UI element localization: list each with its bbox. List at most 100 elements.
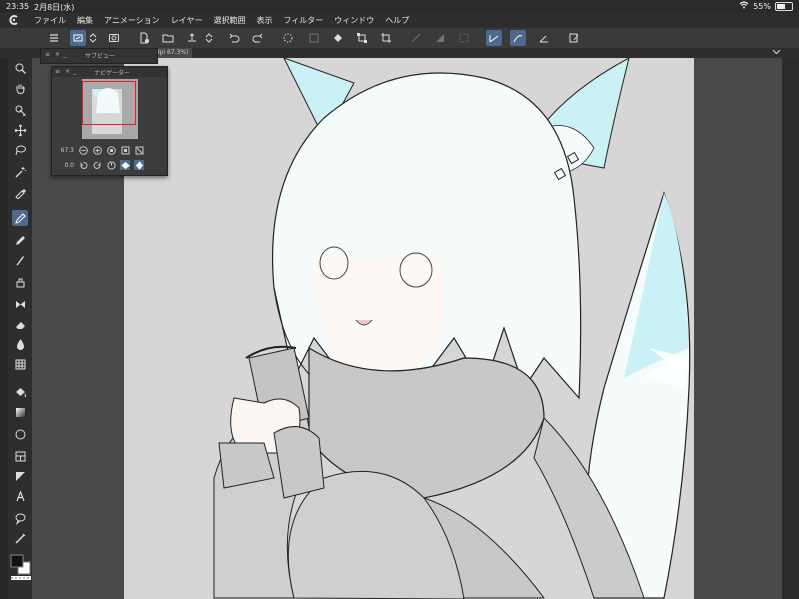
close-icon[interactable]: × — [65, 68, 70, 75]
menu-help[interactable]: ヘルプ — [385, 15, 409, 26]
lasso-icon[interactable] — [12, 142, 28, 158]
status-right: 55% — [739, 1, 793, 11]
correct-line-icon[interactable] — [12, 530, 28, 546]
fill-icon[interactable] — [330, 30, 346, 46]
figure-grid-icon[interactable] — [12, 356, 28, 372]
undo-icon[interactable] — [226, 30, 242, 46]
gradient-icon[interactable] — [12, 404, 28, 420]
chevron-updown-icon[interactable] — [88, 30, 98, 46]
ellipse-figure-icon[interactable] — [12, 426, 28, 442]
transform-icon[interactable] — [354, 30, 370, 46]
fit-window-icon[interactable] — [120, 145, 130, 155]
main-sub-color-icon[interactable] — [9, 553, 33, 583]
rotate-left-icon[interactable] — [78, 160, 88, 170]
panel-grip-icon[interactable]: ≡ — [45, 51, 50, 58]
battery-percent: 55% — [753, 1, 771, 11]
zoom-row: 67.3 — [58, 145, 144, 155]
snap-special-ruler-icon[interactable] — [510, 30, 526, 46]
display-layer-icon[interactable] — [106, 30, 122, 46]
zoom-value: 67.3 — [60, 146, 74, 154]
fill-bucket-icon[interactable] — [12, 384, 28, 400]
close-icon[interactable]: × — [55, 51, 60, 58]
fit-navigator-icon[interactable] — [134, 145, 144, 155]
hand-icon[interactable] — [12, 80, 28, 96]
zoom-icon[interactable] — [12, 60, 28, 76]
rotation-row: 0.0 — [58, 160, 144, 170]
hamburger-menu-icon[interactable] — [46, 30, 62, 46]
minimize-icon[interactable]: _ — [63, 51, 66, 58]
crop-icon[interactable] — [378, 30, 394, 46]
flip-horizontal-icon[interactable] — [120, 160, 130, 170]
rotate-right-icon[interactable] — [92, 160, 102, 170]
main-menu: ファイル 編集 アニメーション レイヤー 選択範囲 表示 フィルター ウィンドウ… — [34, 15, 409, 26]
operation-icon[interactable] — [12, 102, 28, 118]
clear-icon[interactable] — [306, 30, 322, 46]
fox-girl-illustration — [213, 58, 691, 599]
snap-ruler-icon[interactable] — [486, 30, 502, 46]
menu-file[interactable]: ファイル — [34, 15, 66, 26]
ios-status-bar: 23:35 2月8日(水) 55% — [0, 0, 799, 13]
color-swatches — [9, 553, 33, 583]
rotation-value: 0.0 — [64, 161, 74, 169]
panel-grip-icon[interactable]: ≡ — [55, 68, 60, 75]
decoration-icon[interactable] — [12, 296, 28, 312]
reset-rotation-icon[interactable] — [106, 160, 116, 170]
ruler-icon[interactable] — [12, 468, 28, 484]
flip-vertical-icon[interactable] — [134, 160, 144, 170]
menu-animation[interactable]: アニメーション — [104, 15, 160, 26]
text-icon[interactable] — [12, 488, 28, 504]
magic-wand-icon[interactable] — [12, 164, 28, 180]
single-layer-icon[interactable] — [70, 30, 86, 46]
brush-icon[interactable] — [12, 252, 28, 268]
battery-icon — [775, 1, 793, 11]
pencil-icon[interactable] — [12, 232, 28, 248]
chevron-updown-icon-2[interactable] — [204, 30, 214, 46]
menu-window[interactable]: ウィンドウ — [334, 15, 374, 26]
zoom-out-icon[interactable] — [78, 145, 88, 155]
redo-icon[interactable] — [250, 30, 266, 46]
blend-icon[interactable] — [12, 336, 28, 352]
menu-selection[interactable]: 選択範囲 — [213, 15, 245, 26]
tool-palette — [8, 58, 32, 599]
menu-edit[interactable]: 編集 — [77, 15, 93, 26]
navigator-title: ナビゲーター — [94, 70, 131, 77]
menu-view[interactable]: 表示 — [256, 15, 272, 26]
airbrush-icon[interactable] — [12, 274, 28, 290]
deselect-icon[interactable] — [408, 30, 424, 46]
menu-bar: ファイル 編集 アニメーション レイヤー 選択範囲 表示 フィルター ウィンドウ… — [0, 13, 799, 28]
navigator-preview[interactable] — [82, 79, 138, 139]
subview-title: サブビュー — [85, 53, 116, 60]
zoom-in-icon[interactable] — [92, 145, 102, 155]
eyedropper-icon[interactable] — [12, 184, 28, 200]
date: 2月8日(水) — [34, 3, 75, 12]
move-layer-icon[interactable] — [12, 122, 28, 138]
frame-border-icon[interactable] — [12, 448, 28, 464]
left-edge-panel — [0, 58, 8, 599]
balloon-icon[interactable] — [12, 510, 28, 526]
right-edge-panel — [782, 58, 799, 599]
minimize-icon[interactable]: _ — [73, 68, 76, 75]
command-bar — [0, 28, 799, 49]
invert-selection-icon[interactable] — [432, 30, 448, 46]
new-file-icon[interactable] — [136, 30, 152, 46]
selection-border-icon[interactable] — [456, 30, 472, 46]
drawing-canvas[interactable] — [124, 58, 694, 599]
snap-grid-icon[interactable] — [536, 30, 552, 46]
navigator-header: ≡ × _ ナビゲーター — [52, 67, 167, 77]
edit-note-icon[interactable] — [566, 30, 582, 46]
app-logo-icon[interactable] — [8, 14, 20, 26]
loading-icon[interactable] — [280, 30, 296, 46]
eraser-icon[interactable] — [12, 316, 28, 332]
open-folder-icon[interactable] — [160, 30, 176, 46]
actual-size-icon[interactable] — [106, 145, 116, 155]
navigator-panel: ≡ × _ ナビゲーター 67.3 0.0 — [51, 66, 168, 176]
clock: 23:35 — [6, 2, 30, 11]
chevron-down-icon[interactable] — [772, 48, 781, 58]
battery-fill — [777, 3, 785, 9]
export-icon[interactable] — [184, 30, 200, 46]
menu-layer[interactable]: レイヤー — [171, 15, 203, 26]
view-frame[interactable] — [82, 81, 136, 125]
menu-filter[interactable]: フィルター — [283, 15, 323, 26]
wifi-icon — [739, 1, 749, 11]
pen-icon[interactable] — [12, 210, 28, 226]
